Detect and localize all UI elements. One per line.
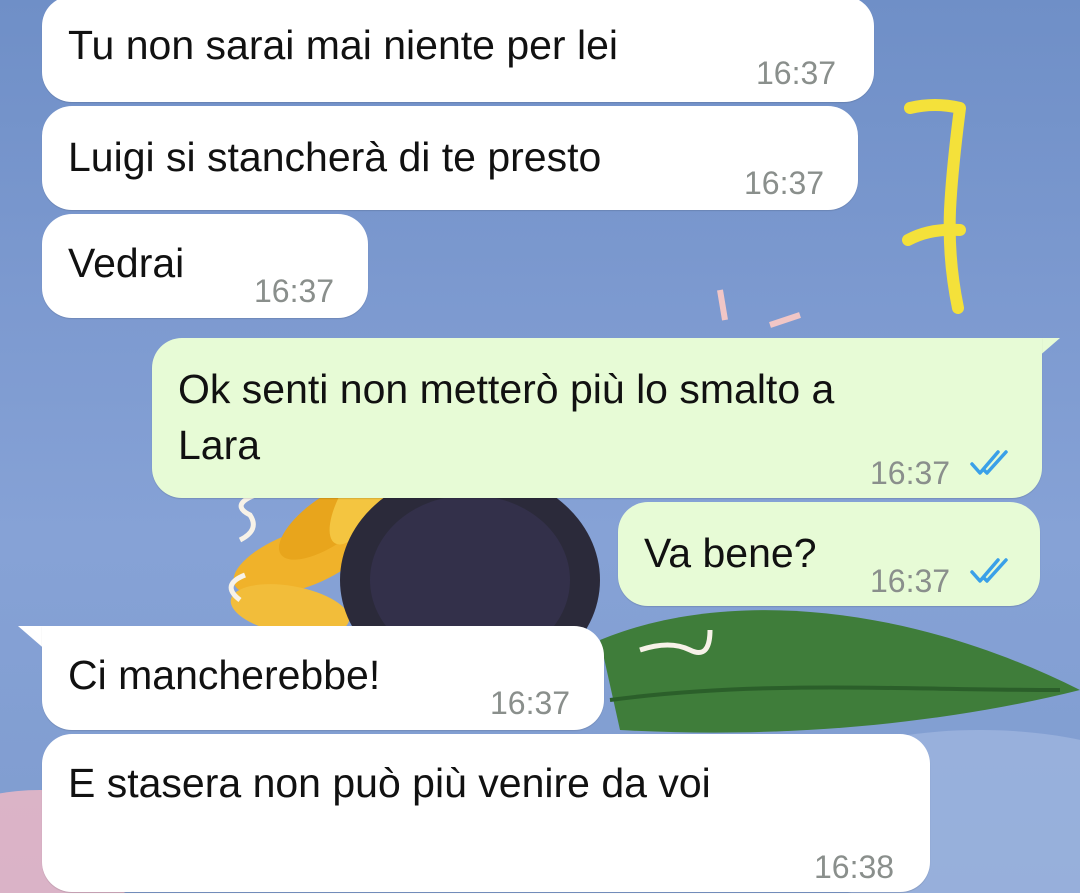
message-text: E stasera non può più venire da voi — [68, 760, 711, 806]
message-time: 16:38 — [814, 849, 895, 885]
message-text: Va bene? — [644, 530, 817, 576]
message-text: Luigi si stancherà di te presto — [68, 134, 602, 180]
message-time: 16:37 — [254, 273, 335, 309]
message-time: 16:37 — [744, 165, 825, 201]
read-double-check-icon — [970, 558, 1008, 583]
message-text: Vedrai — [68, 240, 185, 286]
outgoing-message-bubble[interactable]: Va bene? 16:37 — [618, 502, 1040, 606]
read-double-check-icon — [970, 450, 1008, 475]
message-text: Tu non sarai mai niente per lei — [68, 22, 618, 68]
incoming-message-bubble[interactable]: Tu non sarai mai niente per lei 16:37 — [42, 0, 874, 102]
handwritten-seven-annotation — [902, 99, 966, 314]
outgoing-message-bubble[interactable]: Ok senti non metterò più lo smalto a Lar… — [152, 338, 1042, 498]
incoming-message-bubble[interactable]: Ci mancherebbe! 16:37 — [42, 626, 604, 730]
leaf — [600, 610, 1080, 733]
message-text: Ci mancherebbe! — [68, 652, 381, 698]
incoming-message-bubble[interactable]: E stasera non può più venire da voi 16:3… — [42, 734, 930, 892]
message-time: 16:37 — [756, 55, 837, 91]
message-time: 16:37 — [490, 685, 571, 721]
incoming-message-bubble[interactable]: Vedrai 16:37 — [42, 214, 368, 318]
message-text-line-2: Lara — [178, 422, 261, 468]
incoming-message-bubble[interactable]: Luigi si stancherà di te presto 16:37 — [42, 106, 858, 210]
message-time: 16:37 — [870, 455, 951, 491]
message-time: 16:37 — [870, 563, 951, 599]
message-text-line-1: Ok senti non metterò più lo smalto a — [178, 366, 835, 412]
